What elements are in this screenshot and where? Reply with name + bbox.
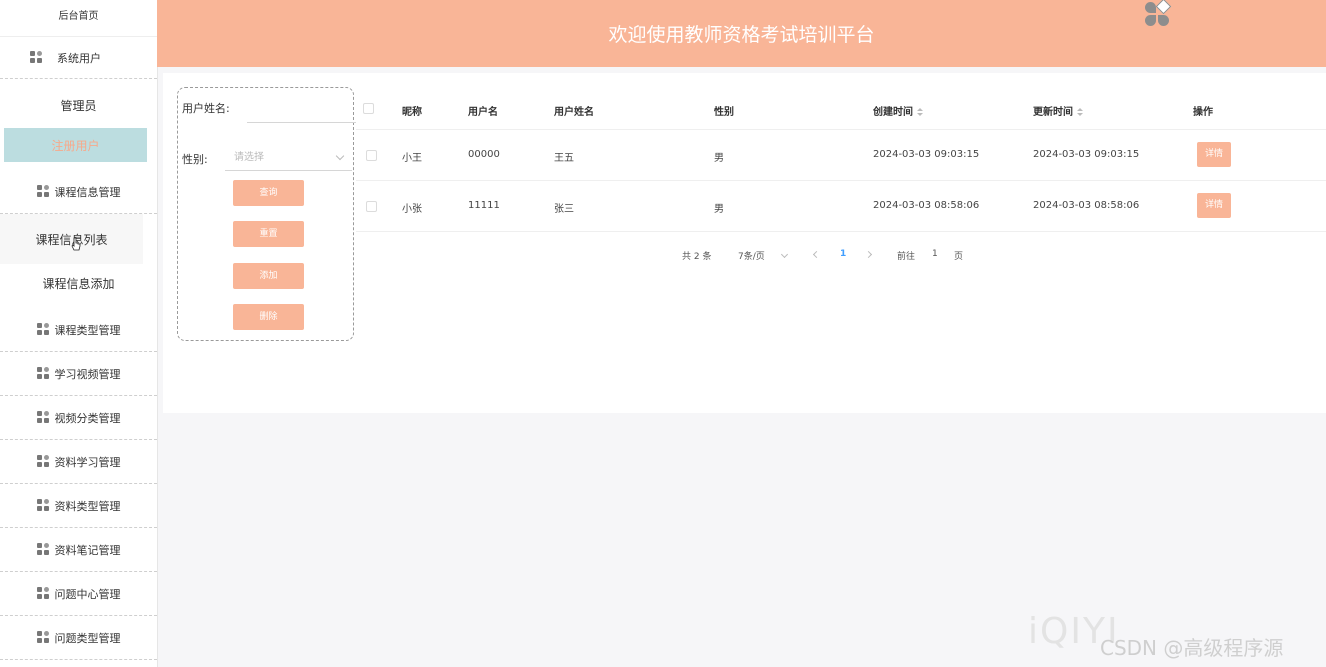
sidebar-group-label: 课程类型管理 [54, 323, 121, 337]
column-header-actions: 操作 [1193, 107, 1213, 118]
page-size-select[interactable]: 7条/页 [738, 249, 788, 262]
menu-grid-icon [30, 51, 43, 64]
username-input[interactable] [247, 98, 356, 123]
sidebar-group-material-notes[interactable]: 资料笔记管理 [0, 528, 157, 572]
cell-nickname: 小王 [402, 153, 422, 164]
sidebar-group-label: 问题类型管理 [54, 631, 121, 645]
row-divider [356, 231, 1326, 232]
column-header-created[interactable]: 创建时间 [873, 103, 923, 118]
row-divider [356, 129, 1326, 130]
sidebar-item-admin[interactable]: 管理员 [0, 82, 157, 128]
top-header: 欢迎使用教师资格考试培训平台 [157, 0, 1326, 67]
hand-cursor-icon [71, 237, 81, 251]
menu-grid-icon [36, 323, 50, 336]
menu-grid-icon [36, 411, 50, 424]
cell-updated: 2024-03-03 09:03:15 [1033, 149, 1140, 160]
menu-grid-icon [36, 367, 50, 380]
column-header-gender: 性别 [714, 107, 734, 118]
add-button[interactable]: 添加 [233, 263, 304, 289]
goto-label: 前往 [897, 252, 916, 262]
sidebar-group-label: 学习视频管理 [54, 367, 121, 381]
page-number-current[interactable]: 1 [840, 249, 846, 259]
menu-grid-icon [36, 455, 50, 468]
sidebar-group-label: 资料类型管理 [54, 499, 121, 513]
sort-icon[interactable] [1077, 107, 1083, 117]
avatar-icon[interactable] [1145, 0, 1172, 26]
select-all-checkbox[interactable] [363, 103, 374, 114]
page-suffix: 页 [954, 252, 964, 262]
gender-select[interactable]: 请选择 [225, 145, 352, 171]
sidebar-group-label: 视频分类管理 [54, 411, 121, 425]
sidebar-item-registered-user[interactable]: 注册用户 [4, 128, 147, 162]
cell-gender: 男 [714, 204, 724, 215]
menu-grid-icon [36, 543, 50, 556]
sidebar-group-material-type[interactable]: 资料类型管理 [0, 484, 157, 528]
sidebar-group-label: 资料笔记管理 [54, 543, 121, 557]
detail-button[interactable]: 详情 [1197, 193, 1231, 218]
column-header-realname: 用户姓名 [554, 107, 594, 118]
cell-username: 11111 [468, 200, 500, 211]
pagination-total: 共 2 条 [682, 252, 712, 262]
sidebar: 后台首页 系统用户 管理员 注册用户 课程信息管理 课程信息列表 课程信息添加 … [0, 0, 158, 667]
cell-gender: 男 [714, 153, 724, 164]
sidebar-group-label: 系统用户 [57, 51, 101, 65]
chevron-down-icon [780, 250, 788, 259]
search-button[interactable]: 查询 [233, 180, 304, 206]
reset-button[interactable]: 重置 [233, 221, 304, 247]
sidebar-group-material-study[interactable]: 资料学习管理 [0, 440, 157, 484]
sidebar-group-course-info[interactable]: 课程信息管理 [0, 170, 157, 214]
menu-grid-icon [36, 499, 50, 512]
filter-panel: 用户姓名: 性别: 请选择 查询 重置 添加 删除 [177, 87, 356, 341]
sidebar-group-question-type[interactable]: 问题类型管理 [0, 616, 157, 660]
username-label: 用户姓名: [182, 102, 230, 115]
sidebar-group-label: 问题中心管理 [54, 587, 121, 601]
sidebar-group-system-user[interactable]: 系统用户 [0, 36, 157, 79]
sort-icon[interactable] [917, 107, 923, 117]
cell-nickname: 小张 [402, 204, 422, 215]
row-checkbox[interactable] [366, 150, 377, 161]
gender-select-placeholder: 请选择 [234, 152, 264, 163]
row-divider [356, 180, 1326, 181]
gender-label: 性别: [182, 153, 208, 166]
sidebar-group-label: 课程信息管理 [54, 185, 121, 199]
sidebar-group-course-type[interactable]: 课程类型管理 [0, 308, 157, 352]
column-header-nickname: 昵称 [402, 107, 422, 118]
cell-username: 00000 [468, 149, 500, 160]
cell-updated: 2024-03-03 08:58:06 [1033, 200, 1140, 211]
chevron-down-icon [335, 151, 345, 161]
menu-grid-icon [36, 185, 50, 198]
row-checkbox[interactable] [366, 201, 377, 212]
sidebar-group-question-center[interactable]: 问题中心管理 [0, 572, 157, 616]
cell-realname: 王五 [554, 153, 574, 164]
csdn-watermark: CSDN @高级程序源 [1100, 636, 1284, 660]
sidebar-group-study-video[interactable]: 学习视频管理 [0, 352, 157, 396]
column-header-updated-label: 更新时间 [1033, 107, 1073, 118]
column-header-updated[interactable]: 更新时间 [1033, 103, 1083, 118]
cell-created: 2024-03-03 09:03:15 [873, 149, 980, 160]
delete-button[interactable]: 删除 [233, 304, 304, 330]
menu-grid-icon [36, 631, 50, 644]
column-header-username: 用户名 [468, 107, 498, 118]
goto-page-input[interactable]: 1 [932, 249, 938, 259]
menu-grid-icon [36, 587, 50, 600]
cell-realname: 张三 [554, 204, 574, 215]
page-size-value: 7条/页 [738, 252, 765, 262]
sidebar-group-video-category[interactable]: 视频分类管理 [0, 396, 157, 440]
sidebar-group-label: 资料学习管理 [54, 455, 121, 469]
sidebar-item-course-add[interactable]: 课程信息添加 [0, 264, 157, 302]
detail-button[interactable]: 详情 [1197, 142, 1231, 167]
column-header-created-label: 创建时间 [873, 107, 913, 118]
sidebar-item-home[interactable]: 后台首页 [0, 0, 157, 36]
cell-created: 2024-03-03 08:58:06 [873, 200, 980, 211]
